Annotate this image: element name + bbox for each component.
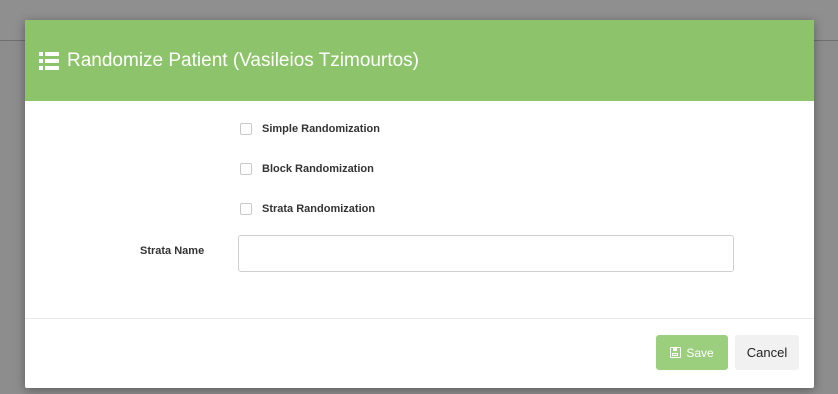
- option-strata-randomization[interactable]: Strata Randomization: [240, 203, 375, 215]
- block-randomization-checkbox[interactable]: [240, 163, 252, 175]
- cancel-button[interactable]: Cancel: [735, 335, 799, 370]
- modal-body: Simple Randomization Block Randomization…: [25, 101, 814, 318]
- block-randomization-label[interactable]: Block Randomization: [262, 163, 374, 175]
- strata-name-input[interactable]: [238, 235, 734, 272]
- strata-name-label: Strata Name: [140, 245, 205, 257]
- simple-randomization-label[interactable]: Simple Randomization: [262, 123, 380, 135]
- strata-randomization-label[interactable]: Strata Randomization: [262, 203, 375, 215]
- option-block-randomization[interactable]: Block Randomization: [240, 163, 374, 175]
- modal-title: Randomize Patient (Vasileios Tzimourtos): [67, 49, 419, 71]
- footer-divider: [25, 318, 814, 319]
- strata-randomization-checkbox[interactable]: [240, 203, 252, 215]
- save-button-label: Save: [686, 345, 714, 360]
- option-simple-randomization[interactable]: Simple Randomization: [240, 123, 380, 135]
- save-icon: [670, 347, 682, 358]
- simple-randomization-checkbox[interactable]: [240, 123, 252, 135]
- randomize-patient-modal: Randomize Patient (Vasileios Tzimourtos)…: [25, 20, 814, 388]
- save-button[interactable]: Save: [656, 335, 728, 370]
- modal-header: Randomize Patient (Vasileios Tzimourtos): [25, 20, 814, 101]
- list-icon: [39, 51, 59, 70]
